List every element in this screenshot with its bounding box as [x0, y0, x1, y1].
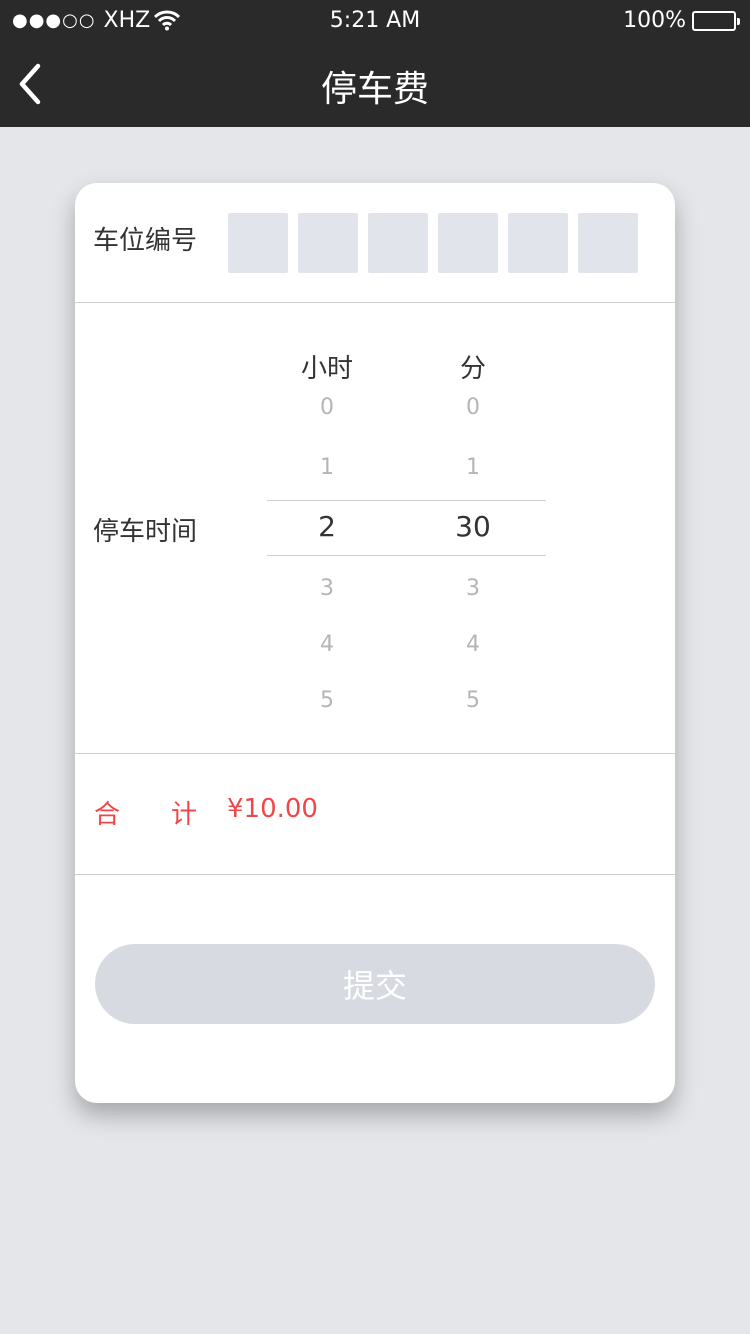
- hour-option[interactable]: 4: [267, 632, 387, 657]
- total-label-part-2: 计: [171, 800, 198, 830]
- hour-option[interactable]: 1: [267, 455, 387, 480]
- hour-picker-wheel[interactable]: 0 1 2 3 4 5: [267, 183, 387, 743]
- spot-number-label: 车位编号: [93, 226, 198, 256]
- minute-option[interactable]: 3: [413, 576, 533, 601]
- hour-option[interactable]: 0: [267, 395, 387, 420]
- battery-icon: [692, 10, 740, 31]
- parking-time-label: 停车时间: [93, 517, 198, 547]
- divider: [75, 753, 675, 754]
- submit-button[interactable]: 提交: [95, 944, 655, 1024]
- nav-bar: 停车费: [0, 40, 750, 127]
- total-label-part-1: 合: [94, 800, 121, 830]
- picker-selection-bottom-line: [267, 555, 546, 556]
- minute-option[interactable]: 4: [413, 632, 533, 657]
- picker-selection-top-line: [267, 500, 546, 501]
- divider: [75, 874, 675, 875]
- minute-option[interactable]: 5: [413, 688, 533, 713]
- page-title: 停车费: [320, 69, 429, 110]
- hour-option[interactable]: 3: [267, 576, 387, 601]
- parking-fee-card: 车位编号 停车时间 小时 分 0 1 2 3 4 5 0 1 30 3 4 5 …: [75, 183, 675, 1103]
- minute-option-selected[interactable]: 30: [413, 510, 533, 543]
- battery-indicator: 100%: [623, 8, 740, 33]
- top-bar: ●●●○○ XHZ 5:21 AM 100% 停车费: [0, 0, 750, 127]
- minute-option[interactable]: 1: [413, 455, 533, 480]
- minute-picker-wheel[interactable]: 0 1 30 3 4 5: [413, 183, 533, 743]
- total-amount: ¥10.00: [227, 794, 318, 824]
- status-bar: ●●●○○ XHZ 5:21 AM 100%: [0, 0, 750, 40]
- battery-percent: 100%: [623, 8, 686, 33]
- spot-code-box-6[interactable]: [578, 213, 638, 273]
- hour-option[interactable]: 5: [267, 688, 387, 713]
- hour-option-selected[interactable]: 2: [267, 510, 387, 543]
- minute-option[interactable]: 0: [413, 395, 533, 420]
